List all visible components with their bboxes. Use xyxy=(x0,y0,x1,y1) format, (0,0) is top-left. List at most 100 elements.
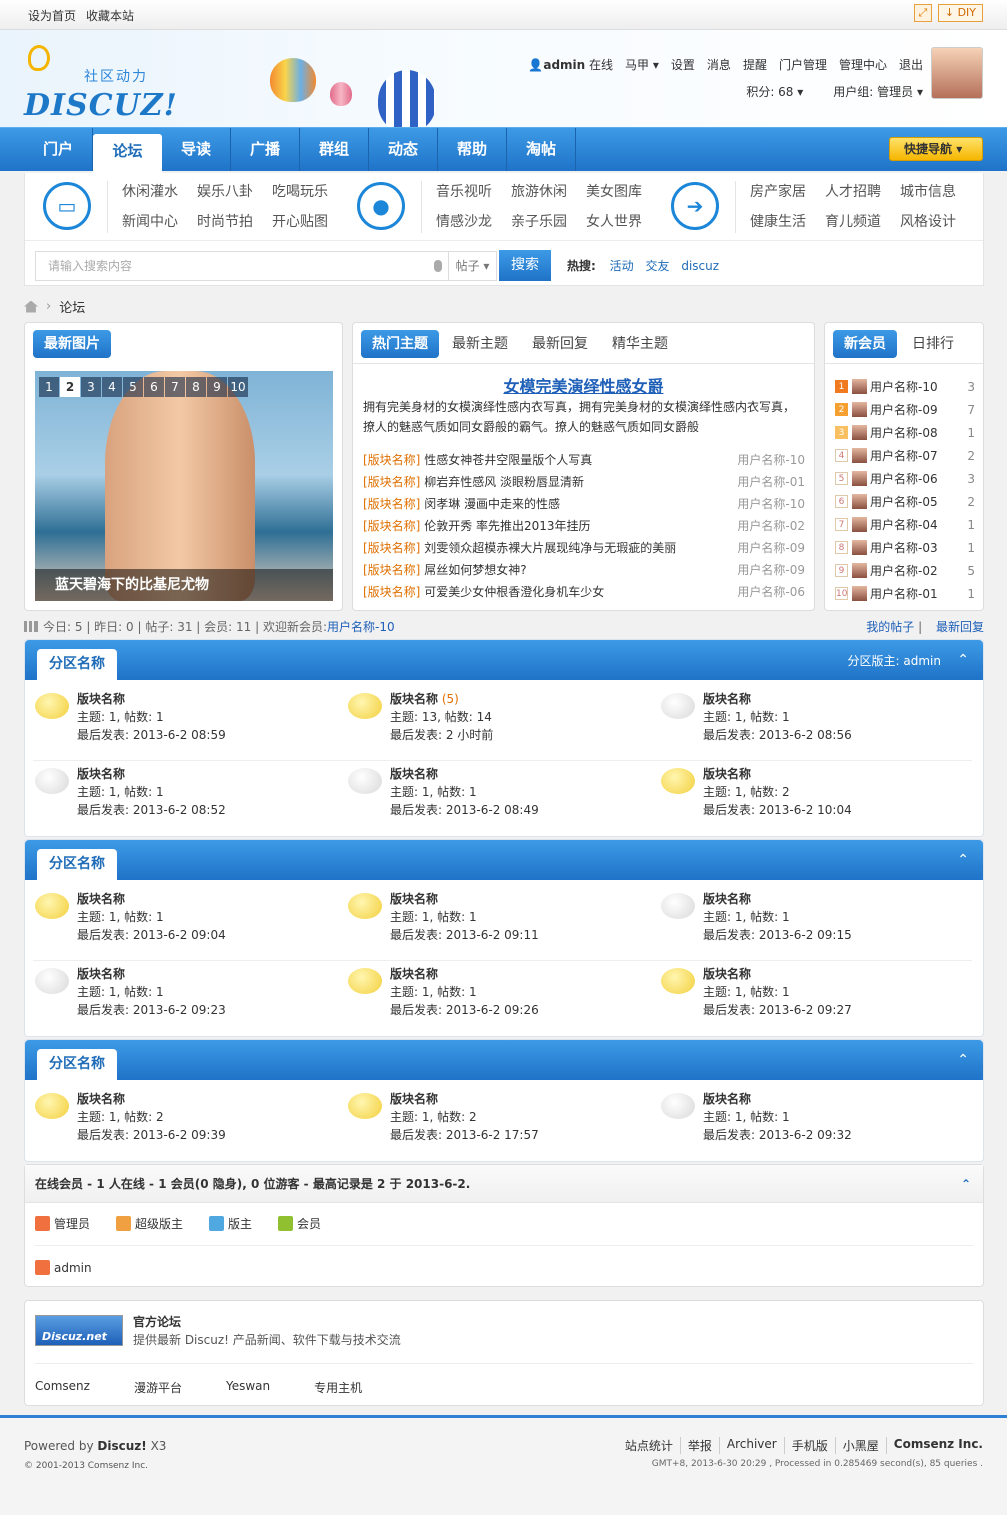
headline-link[interactable]: 女模完美演绎性感女爵 xyxy=(353,373,814,397)
forum-cell[interactable]: 版块名称 主题: 1, 帖数: 1 最后发表: 2013-6-2 08:59 xyxy=(33,686,346,761)
fullscreen-icon[interactable]: ⤢ xyxy=(913,4,932,22)
friend-link[interactable]: 专用主机 xyxy=(314,1379,362,1396)
last-post[interactable]: 最后发表: 2013-6-2 08:49 xyxy=(390,803,539,817)
page-number[interactable]: 7 xyxy=(165,377,185,397)
forum-name[interactable]: 版块名称 xyxy=(390,692,438,706)
category-link[interactable]: 风格设计 xyxy=(900,211,975,233)
points-menu[interactable]: 积分: 68 ▾ xyxy=(746,83,803,100)
category-link[interactable]: 房产家居 xyxy=(750,181,825,203)
member-row[interactable]: 10 用户名称-01 1 xyxy=(835,582,975,605)
forum-name[interactable]: 版块名称 xyxy=(703,767,751,781)
search-type-select[interactable]: 帖子 ▾ xyxy=(449,251,497,281)
category-link[interactable]: 美女图库 xyxy=(586,181,661,203)
tab-new-members[interactable]: 新会员 xyxy=(833,330,897,358)
page-number[interactable]: 8 xyxy=(186,377,206,397)
usergroup-menu[interactable]: 用户组: 管理员 ▾ xyxy=(833,83,923,100)
category-link[interactable]: 休闲灌水 xyxy=(122,181,197,203)
friend-link[interactable]: Yeswan xyxy=(226,1379,270,1396)
forum-cell[interactable]: 版块名称 主题: 1, 帖数: 1 最后发表: 2013-6-2 09:26 xyxy=(346,961,659,1036)
featured-photo[interactable]: 1 2 3 4 5 6 7 8 9 10 蓝天碧海下的比基尼尤物 xyxy=(35,371,333,601)
last-post[interactable]: 最后发表: 2013-6-2 08:56 xyxy=(703,728,852,742)
logout-link[interactable]: 退出 xyxy=(899,56,923,73)
forum-cell[interactable]: 版块名称 主题: 1, 帖数: 2 最后发表: 2013-6-2 17:57 xyxy=(346,1086,659,1161)
company-link[interactable]: Comsenz Inc. xyxy=(885,1437,983,1454)
collapse-icon[interactable]: ⌃ xyxy=(961,1165,971,1203)
forum-name[interactable]: 版块名称 xyxy=(77,967,125,981)
category-link[interactable]: 情感沙龙 xyxy=(436,211,511,233)
topic-row[interactable]: [版块名称] 刘雯领众超模赤裸大片展现纯净与无瑕疵的美丽 用户名称-09 xyxy=(363,537,805,559)
vest-menu[interactable]: 马甲 ▾ xyxy=(625,56,659,73)
last-post[interactable]: 最后发表: 2013-6-2 09:15 xyxy=(703,928,852,942)
forum-cell[interactable]: 版块名称 主题: 1, 帖数: 2 最后发表: 2013-6-2 10:04 xyxy=(659,761,972,836)
forum-name[interactable]: 版块名称 xyxy=(77,767,125,781)
forum-name[interactable]: 版块名称 xyxy=(703,692,751,706)
last-post[interactable]: 最后发表: 2013-6-2 08:59 xyxy=(77,728,226,742)
portal-admin-link[interactable]: 门户管理 xyxy=(779,56,827,73)
footer-link[interactable]: 举报 xyxy=(679,1437,719,1454)
username-link[interactable]: admin xyxy=(543,58,585,72)
section-title[interactable]: 分区名称 xyxy=(37,649,117,680)
last-post[interactable]: 最后发表: 2013-6-2 09:11 xyxy=(390,928,539,942)
forum-cell[interactable]: 版块名称 主题: 1, 帖数: 1 最后发表: 2013-6-2 09:15 xyxy=(659,886,972,961)
quick-nav-button[interactable]: 快捷导航 ▾ xyxy=(889,137,983,161)
page-number[interactable]: 9 xyxy=(207,377,227,397)
forum-cell[interactable]: 版块名称 (5) 主题: 13, 帖数: 14 最后发表: 2 小时前 xyxy=(346,686,659,761)
category-link[interactable]: 亲子乐园 xyxy=(511,211,586,233)
hot-search-link[interactable]: 交友 xyxy=(645,259,669,273)
nav-collection[interactable]: 淘帖 xyxy=(507,128,576,171)
topic-row[interactable]: [版块名称] 柳岩弃性感风 淡眼粉唇显清新 用户名称-01 xyxy=(363,471,805,493)
topic-row[interactable]: [版块名称] 伦敦开秀 率先推出2013年挂历 用户名称-02 xyxy=(363,515,805,537)
nav-broadcast[interactable]: 广播 xyxy=(231,128,300,171)
member-row[interactable]: 6 用户名称-05 2 xyxy=(835,490,975,513)
last-post[interactable]: 最后发表: 2013-6-2 09:32 xyxy=(703,1128,852,1142)
topic-row[interactable]: [版块名称] 闵孝琳 漫画中走来的性感 用户名称-10 xyxy=(363,493,805,515)
set-home-link[interactable]: 设为首页 xyxy=(28,9,76,23)
last-post[interactable]: 最后发表: 2013-6-2 10:04 xyxy=(703,803,852,817)
category-link[interactable]: 开心贴图 xyxy=(272,211,347,233)
nav-help[interactable]: 帮助 xyxy=(438,128,507,171)
footer-link[interactable]: 站点统计 xyxy=(618,1437,680,1454)
nav-guide[interactable]: 导读 xyxy=(162,128,231,171)
friend-link[interactable]: Comsenz xyxy=(35,1379,90,1396)
last-post[interactable]: 最后发表: 2013-6-2 09:39 xyxy=(77,1128,226,1142)
official-forum-link[interactable]: 官方论坛 xyxy=(133,1313,181,1330)
forum-cell[interactable]: 版块名称 主题: 1, 帖数: 1 最后发表: 2013-6-2 08:56 xyxy=(659,686,972,761)
forum-cell[interactable]: 版块名称 主题: 1, 帖数: 1 最后发表: 2013-6-2 09:04 xyxy=(33,886,346,961)
last-post[interactable]: 最后发表: 2013-6-2 08:52 xyxy=(77,803,226,817)
forum-name[interactable]: 版块名称 xyxy=(77,892,125,906)
latest-reply-link[interactable]: 最新回复 xyxy=(936,620,984,634)
photo-caption[interactable]: 蓝天碧海下的比基尼尤物 xyxy=(35,569,333,601)
member-row[interactable]: 3 用户名称-08 1 xyxy=(835,421,975,444)
last-post[interactable]: 最后发表: 2013-6-2 09:04 xyxy=(77,928,226,942)
last-post[interactable]: 最后发表: 2013-6-2 09:27 xyxy=(703,1003,852,1017)
friend-link[interactable]: 漫游平台 xyxy=(134,1379,182,1396)
hot-search-link[interactable]: discuz xyxy=(681,259,719,273)
forum-cell[interactable]: 版块名称 主题: 1, 帖数: 1 最后发表: 2013-6-2 09:32 xyxy=(659,1086,972,1161)
tab-new-replies[interactable]: 最新回复 xyxy=(521,330,599,358)
nav-portal[interactable]: 门户 xyxy=(24,128,93,171)
discuz-link[interactable]: Discuz! xyxy=(97,1439,146,1453)
microphone-icon[interactable] xyxy=(434,260,442,272)
tab-hot-topics[interactable]: 热门主题 xyxy=(361,330,439,358)
forum-cell[interactable]: 版块名称 主题: 1, 帖数: 2 最后发表: 2013-6-2 09:39 xyxy=(33,1086,346,1161)
collapse-icon[interactable]: ⌃ xyxy=(957,652,969,668)
forum-cell[interactable]: 版块名称 主题: 1, 帖数: 1 最后发表: 2013-6-2 09:23 xyxy=(33,961,346,1036)
category-link[interactable]: 吃喝玩乐 xyxy=(272,181,347,203)
tab-daily-rank[interactable]: 日排行 xyxy=(901,330,965,358)
tab-new-topics[interactable]: 最新主题 xyxy=(441,330,519,358)
category-link[interactable]: 旅游休闲 xyxy=(511,181,586,203)
category-link[interactable]: 时尚节拍 xyxy=(197,211,272,233)
page-number[interactable]: 1 xyxy=(39,377,59,397)
tab-digest[interactable]: 精华主题 xyxy=(601,330,679,358)
section-title[interactable]: 分区名称 xyxy=(37,1049,117,1080)
category-link[interactable]: 音乐视听 xyxy=(436,181,511,203)
topic-row[interactable]: [版块名称] 可爱美少女仲根香澄化身机车少女 用户名称-06 xyxy=(363,581,805,603)
page-number[interactable]: 5 xyxy=(123,377,143,397)
page-number[interactable]: 3 xyxy=(81,377,101,397)
topic-row[interactable]: [版块名称] 性感女神苍井空限量版个人写真 用户名称-10 xyxy=(363,449,805,471)
home-icon[interactable] xyxy=(24,300,38,313)
last-post[interactable]: 最后发表: 2013-6-2 17:57 xyxy=(390,1128,539,1142)
page-number[interactable]: 10 xyxy=(228,377,248,397)
forum-name[interactable]: 版块名称 xyxy=(390,767,438,781)
nav-feed[interactable]: 动态 xyxy=(369,128,438,171)
